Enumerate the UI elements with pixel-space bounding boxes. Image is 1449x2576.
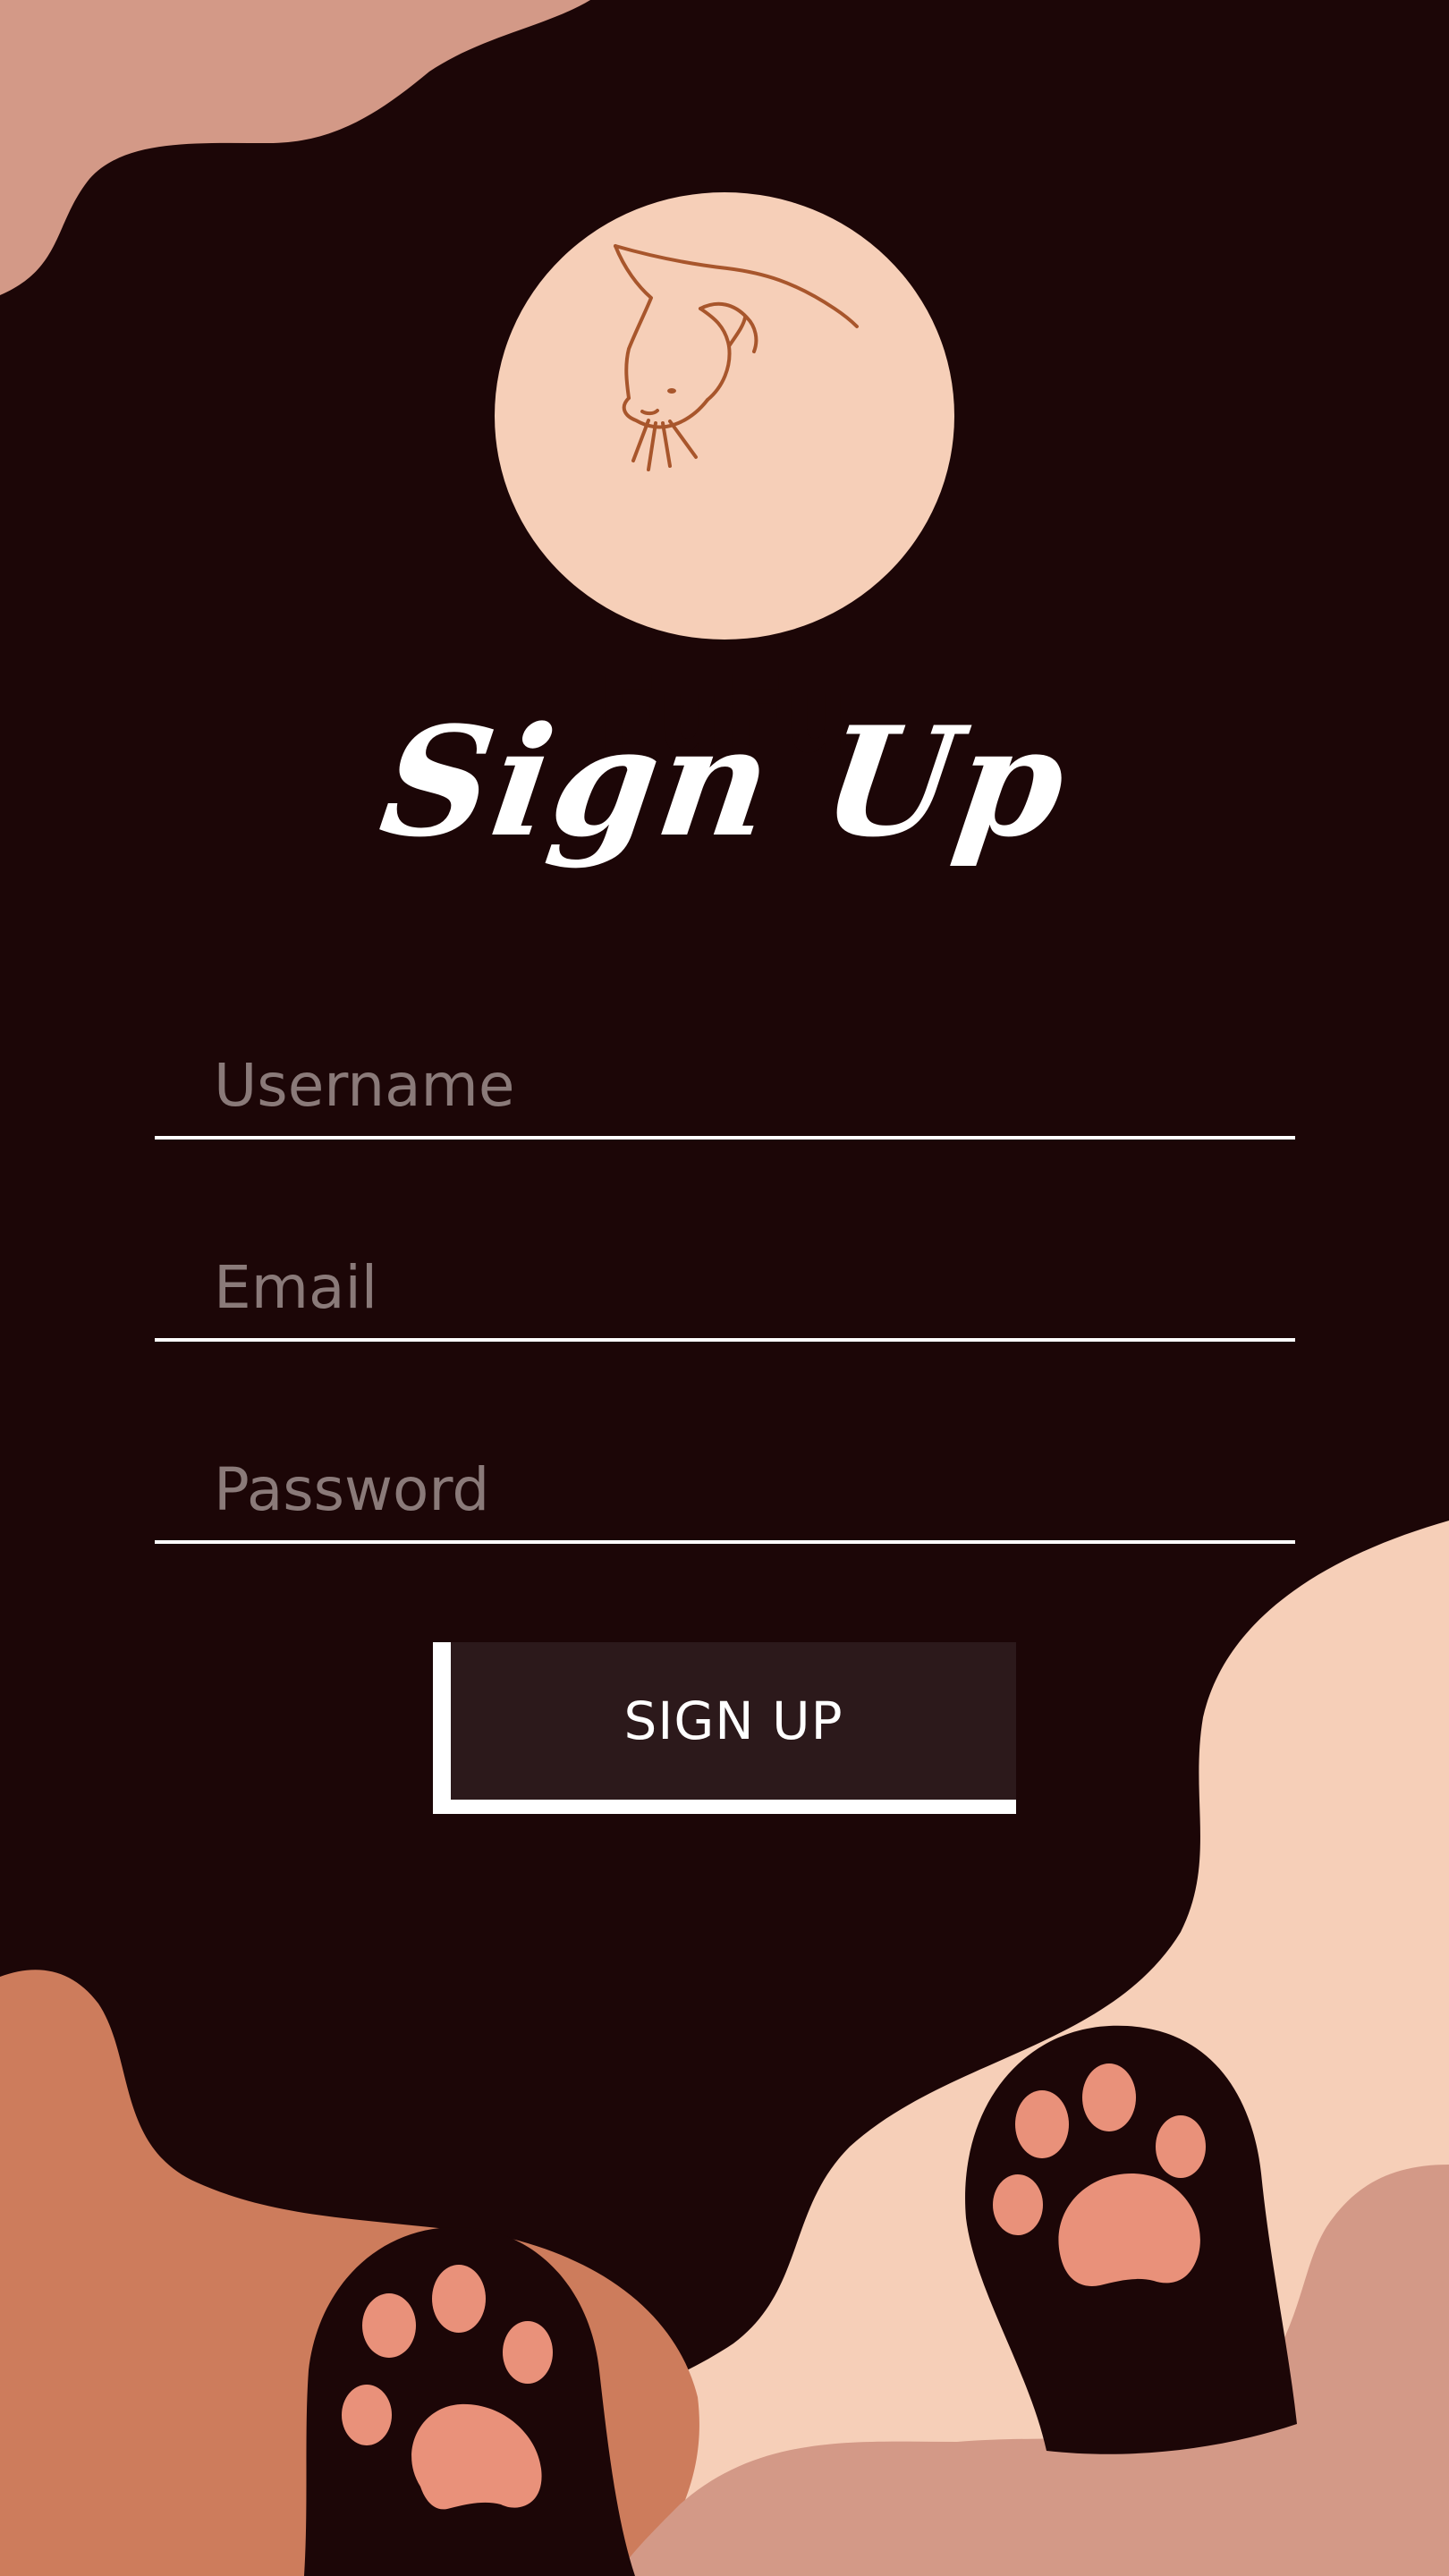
- password-field: [155, 1442, 1295, 1544]
- password-input[interactable]: [214, 1449, 1269, 1530]
- sign-up-button[interactable]: SIGN UP: [451, 1642, 1016, 1800]
- email-field: [155, 1240, 1295, 1342]
- email-input[interactable]: [214, 1247, 1269, 1327]
- sign-up-button-wrapper: SIGN UP: [433, 1642, 1016, 1814]
- logo: FuFu: [495, 192, 954, 767]
- sign-up-screen: FuFu Sign Up SIGN UP: [0, 0, 1449, 2576]
- page-title: Sign Up: [371, 693, 1078, 870]
- username-field: [155, 1038, 1295, 1140]
- cat-head-icon: [614, 244, 859, 471]
- username-input[interactable]: [214, 1045, 1269, 1125]
